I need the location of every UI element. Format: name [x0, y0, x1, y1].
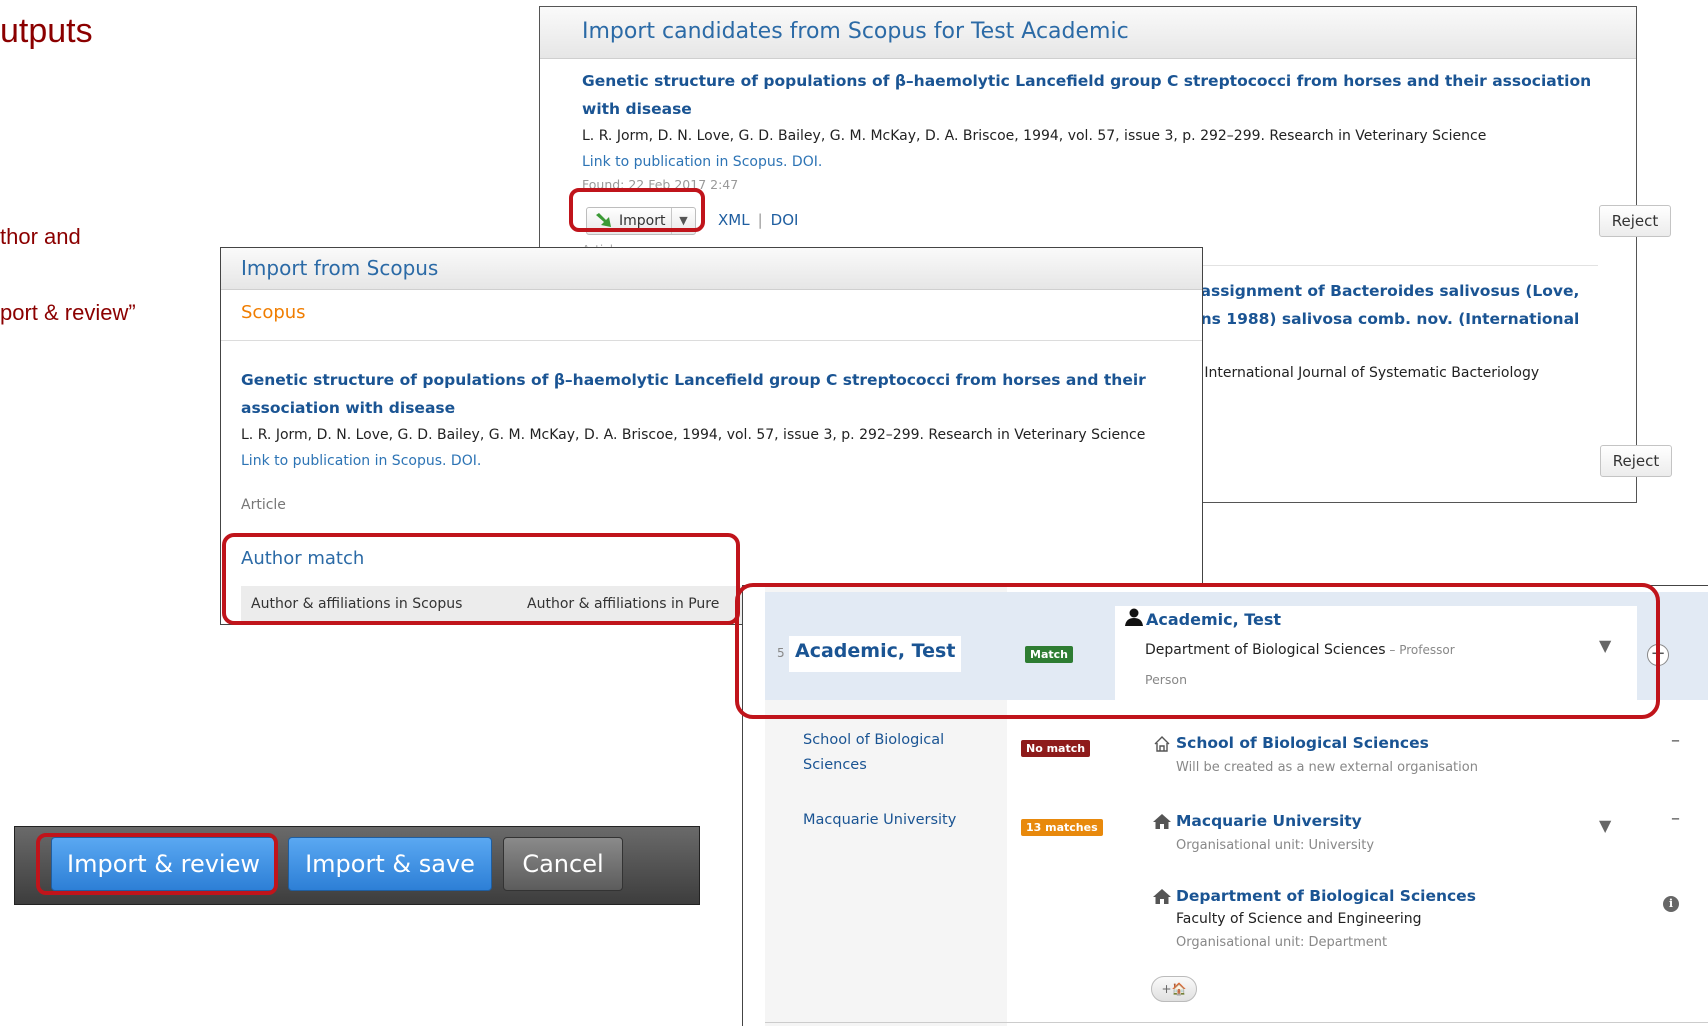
- publication-journal-2: ). International Journal of Systematic B…: [1190, 365, 1540, 381]
- person-icon: [1125, 608, 1143, 630]
- import-label: Import: [619, 213, 666, 229]
- panel-header: Import candidates from Scopus for Test A…: [540, 7, 1636, 59]
- organisation-faculty: Faculty of Science and Engineering: [1176, 911, 1422, 927]
- xml-link[interactable]: XML: [718, 211, 750, 229]
- chevron-down-icon[interactable]: ▼: [1599, 636, 1611, 655]
- organisation-name[interactable]: Department of Biological Sciences: [1176, 887, 1476, 905]
- scopus-link[interactable]: Link to publication in Scopus.: [582, 154, 787, 170]
- matched-person-name[interactable]: Academic, Test: [1146, 610, 1281, 629]
- cancel-button[interactable]: Cancel: [503, 837, 623, 891]
- doi-link[interactable]: DOI.: [451, 453, 481, 469]
- column-header-pure: Author & affiliations in Pure: [527, 596, 720, 612]
- panel-header: Import from Scopus: [221, 248, 1202, 290]
- scopus-affiliation: Macquarie University: [803, 812, 957, 828]
- divider: [765, 1022, 1708, 1023]
- doi-link[interactable]: DOI.: [792, 154, 822, 170]
- scopus-author-name: Academic, Test: [789, 636, 962, 672]
- organisation-name[interactable]: School of Biological Sciences: [1176, 734, 1429, 752]
- publication-authors: L. R. Jorm, D. N. Love, G. D. Bailey, G.…: [582, 128, 1487, 144]
- separator: |: [757, 211, 763, 229]
- title-line: eassignment of Bacteroides salivosus (Lo…: [1190, 282, 1580, 300]
- source-label: Scopus: [241, 302, 306, 323]
- candidate-item: Genetic structure of populations of β–ha…: [582, 67, 1612, 195]
- title-line: lins 1988) salivosa comb. nov. (Internat…: [1190, 310, 1580, 328]
- import-arrow-icon: [595, 213, 613, 233]
- slide-text-line2: port & review”: [0, 300, 136, 325]
- home-icon: [1153, 814, 1171, 834]
- import-from-scopus-panel: Import from Scopus Scopus Genetic struct…: [220, 247, 1203, 625]
- slide-title-fragment: utputs: [0, 12, 93, 50]
- match-badge: Match: [1025, 646, 1073, 663]
- publication-title-link[interactable]: Genetic structure of populations of β–ha…: [241, 366, 1201, 422]
- publication-title-link-2[interactable]: eassignment of Bacteroides salivosus (Lo…: [1190, 277, 1630, 333]
- organisation-unit-type: Organisational unit: Department: [1176, 935, 1388, 950]
- publication-type: Article: [241, 497, 286, 513]
- panel-title: Import candidates from Scopus for Test A…: [582, 19, 1129, 44]
- format-links: XML | DOI: [718, 211, 798, 229]
- add-organisation-button[interactable]: +🏠: [1151, 976, 1197, 1002]
- chevron-down-icon[interactable]: ▼: [1599, 816, 1611, 835]
- no-match-badge: No match: [1021, 740, 1091, 757]
- home-outline-icon: [1153, 736, 1171, 756]
- scopus-link[interactable]: Link to publication in Scopus.: [241, 453, 446, 469]
- department-name: Department of Biological Sciences: [1145, 642, 1386, 658]
- slide-text-line1: thor and: [0, 224, 81, 249]
- scopus-affiliation: School of Biological Sciences: [803, 732, 945, 773]
- organisation-note: Will be created as a new external organi…: [1176, 760, 1478, 775]
- matches-count-badge: 13 matches: [1021, 819, 1103, 836]
- publication-preview: Genetic structure of populations of β–ha…: [241, 366, 1201, 474]
- matched-person-type: Person: [1145, 672, 1188, 687]
- import-review-button[interactable]: Import & review: [51, 837, 276, 891]
- role-separator: –: [1385, 643, 1400, 657]
- doi-link[interactable]: DOI: [771, 211, 799, 229]
- collapse-icon[interactable]: −: [1647, 644, 1669, 666]
- remove-icon[interactable]: –: [1671, 808, 1680, 829]
- publication-title-link[interactable]: Genetic structure of populations of β–ha…: [582, 67, 1612, 123]
- divider: [221, 340, 1202, 341]
- candidate-actions: Import ▼ XML | DOI Reject: [582, 205, 1671, 239]
- import-button[interactable]: Import ▼: [586, 207, 696, 235]
- matched-person-department: Department of Biological Sciences – Prof…: [1145, 642, 1455, 658]
- organisation-unit-type: Organisational unit: University: [1176, 838, 1375, 853]
- reject-button[interactable]: Reject: [1599, 205, 1671, 237]
- column-header-scopus: Author & affiliations in Scopus: [251, 596, 463, 612]
- home-icon: [1153, 889, 1171, 909]
- author-match-heading: Author match: [241, 548, 365, 569]
- import-save-button[interactable]: Import & save: [288, 837, 492, 891]
- found-timestamp: Found: 22 Feb 2017 2:47: [582, 177, 739, 192]
- panel-title: Import from Scopus: [241, 256, 439, 280]
- row-number: 5: [777, 646, 785, 660]
- organisation-name[interactable]: Macquarie University: [1176, 812, 1362, 830]
- publication-authors: L. R. Jorm, D. N. Love, G. D. Bailey, G.…: [241, 427, 1146, 443]
- person-role: Professor: [1399, 643, 1455, 657]
- publication-links: Link to publication in Scopus. DOI.: [582, 149, 1612, 175]
- matched-person-card[interactable]: Academic, Test Department of Biological …: [1115, 606, 1637, 702]
- import-action-bar: Import & review Import & save Cancel: [14, 826, 700, 905]
- import-dropdown-icon[interactable]: ▼: [671, 208, 695, 234]
- author-match-detail-panel: 5 Academic, Test Match Academic, Test De…: [742, 585, 1708, 1026]
- reject-button-2[interactable]: Reject: [1600, 445, 1672, 477]
- info-icon[interactable]: i: [1663, 896, 1679, 912]
- publication-links: Link to publication in Scopus. DOI.: [241, 448, 1201, 474]
- remove-icon[interactable]: –: [1671, 730, 1680, 751]
